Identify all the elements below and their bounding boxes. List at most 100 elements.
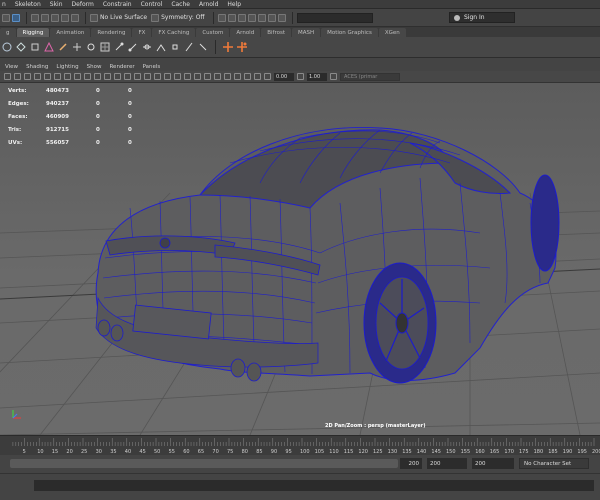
- constraint-parent-icon[interactable]: [156, 42, 166, 52]
- image-plane-icon[interactable]: [34, 73, 41, 80]
- symmetry-icon[interactable]: [151, 13, 160, 22]
- menu-item[interactable]: n: [2, 1, 6, 8]
- menu-set-icon[interactable]: [2, 13, 10, 22]
- menu-item[interactable]: Help: [227, 1, 241, 8]
- shelf-tab[interactable]: Animation: [50, 28, 91, 37]
- hypershade-icon[interactable]: [257, 13, 266, 22]
- range-slider[interactable]: [10, 459, 398, 468]
- constraint-point-icon[interactable]: [114, 42, 124, 52]
- panel-menu-item[interactable]: Lighting: [56, 64, 78, 70]
- panel-menu-item[interactable]: View: [5, 64, 18, 70]
- xray-icon[interactable]: [244, 73, 251, 80]
- panel-menu-item[interactable]: Shading: [26, 64, 48, 70]
- anti-aliasing-icon[interactable]: [214, 73, 221, 80]
- menu-item[interactable]: Skin: [50, 1, 63, 8]
- textured-icon[interactable]: [164, 73, 171, 80]
- anim-end-field[interactable]: 200: [427, 458, 467, 469]
- isolate-select-icon[interactable]: [234, 73, 241, 80]
- constraint-orient-icon[interactable]: [142, 42, 152, 52]
- shelf-tab[interactable]: g: [0, 28, 16, 37]
- lattice-icon[interactable]: [100, 42, 110, 52]
- shelf-tab[interactable]: Custom: [196, 28, 230, 37]
- safe-title-icon[interactable]: [124, 73, 131, 80]
- gamma-icon[interactable]: [297, 73, 304, 80]
- playback-end-field[interactable]: 200: [472, 458, 514, 469]
- skin-bind-icon[interactable]: [44, 42, 54, 52]
- view-transform-dropdown[interactable]: ACES (primar: [340, 72, 400, 81]
- panel-menu-item[interactable]: Renderer: [109, 64, 134, 70]
- menu-item[interactable]: Control: [141, 1, 163, 8]
- wireframe-icon[interactable]: [134, 73, 141, 80]
- render-icon[interactable]: [227, 13, 236, 22]
- add-attribute-icon[interactable]: [223, 42, 233, 52]
- skeleton-icon[interactable]: [30, 42, 40, 52]
- gate-mask-icon[interactable]: [94, 73, 101, 80]
- shelf-tab[interactable]: Motion Graphics: [321, 28, 378, 37]
- xray-joints-icon[interactable]: [254, 73, 261, 80]
- pole-vector-icon[interactable]: [184, 42, 194, 52]
- field-chart-icon[interactable]: [104, 73, 111, 80]
- 2d-pan-zoom-icon[interactable]: [44, 73, 51, 80]
- snap-surface-icon[interactable]: [71, 13, 79, 22]
- time-slider[interactable]: 5 10 15 20 25 30 35 40 45 50 55 60 65 70 75 80 85 90 95 100…: [0, 435, 600, 455]
- command-input[interactable]: [34, 480, 594, 491]
- gamma-field[interactable]: 1.00: [307, 72, 327, 81]
- input-line-field[interactable]: [296, 12, 373, 23]
- cluster-icon[interactable]: [86, 42, 96, 52]
- bookmark-icon[interactable]: [24, 73, 31, 80]
- menu-item[interactable]: Cache: [171, 1, 190, 8]
- shelf-tab[interactable]: FX Caching: [152, 28, 196, 37]
- character-set-dropdown[interactable]: No Character Set: [519, 458, 589, 469]
- use-lights-icon[interactable]: [174, 73, 181, 80]
- grease-pencil-icon[interactable]: [54, 73, 61, 80]
- select-mode-icon[interactable]: [12, 13, 20, 22]
- shelf-tab[interactable]: MASH: [291, 28, 321, 37]
- motion-blur-icon[interactable]: [204, 73, 211, 80]
- locator-icon[interactable]: [72, 42, 82, 52]
- shelf-tab[interactable]: Arnold: [230, 28, 261, 37]
- paint-weights-icon[interactable]: [58, 42, 68, 52]
- bake-icon[interactable]: [198, 42, 208, 52]
- select-camera-icon[interactable]: [4, 73, 11, 80]
- snap-grid-icon[interactable]: [31, 13, 39, 22]
- snap-view-icon[interactable]: [61, 13, 69, 22]
- safe-action-icon[interactable]: [114, 73, 121, 80]
- perspective-viewport[interactable]: Verts: 480473 0 0 Edges: 940237 0 0 Faces: 460909…: [0, 83, 600, 435]
- menu-item[interactable]: Constrain: [103, 1, 132, 8]
- shelf-tab[interactable]: FX: [132, 28, 152, 37]
- depth-of-field-icon[interactable]: [224, 73, 231, 80]
- range-end-field[interactable]: 200: [400, 458, 422, 469]
- constraint-aim-icon[interactable]: [128, 42, 138, 52]
- ipr-render-icon[interactable]: [237, 13, 246, 22]
- menu-item[interactable]: Deform: [72, 1, 94, 8]
- symmetry-dropdown[interactable]: Symmetry: Off: [161, 14, 204, 21]
- joint-tool-icon[interactable]: [2, 42, 12, 52]
- ambient-occlusion-icon[interactable]: [194, 73, 201, 80]
- snap-point-icon[interactable]: [51, 13, 59, 22]
- arnold-render-icon[interactable]: [277, 13, 286, 22]
- shelf-tab[interactable]: XGen: [378, 28, 406, 37]
- shelf-tab[interactable]: Rendering: [91, 28, 132, 37]
- render-settings-icon[interactable]: [247, 13, 256, 22]
- color-management-icon[interactable]: [330, 73, 337, 80]
- shelf-tab[interactable]: Bifrost: [261, 28, 291, 37]
- smooth-shade-icon[interactable]: [144, 73, 151, 80]
- shadows-icon[interactable]: [184, 73, 191, 80]
- film-gate-icon[interactable]: [74, 73, 81, 80]
- exposure-field[interactable]: 0.00: [274, 72, 294, 81]
- menu-item[interactable]: Skeleton: [15, 1, 41, 8]
- panel-menu-item[interactable]: Show: [87, 64, 102, 70]
- camera-attributes-icon[interactable]: [14, 73, 21, 80]
- live-surface-label[interactable]: No Live Surface: [100, 14, 147, 21]
- grid-icon[interactable]: [64, 73, 71, 80]
- constraint-scale-icon[interactable]: [170, 42, 180, 52]
- history-icon[interactable]: [217, 13, 226, 22]
- snap-curve-icon[interactable]: [41, 13, 49, 22]
- wireframe-on-shaded-icon[interactable]: [154, 73, 161, 80]
- menu-item[interactable]: Arnold: [199, 1, 218, 8]
- render-view-icon[interactable]: [267, 13, 276, 22]
- live-surface-icon[interactable]: [90, 13, 98, 22]
- remove-attribute-icon[interactable]: [237, 42, 247, 52]
- resolution-gate-icon[interactable]: [84, 73, 91, 80]
- sign-in-button[interactable]: Sign In: [449, 12, 515, 23]
